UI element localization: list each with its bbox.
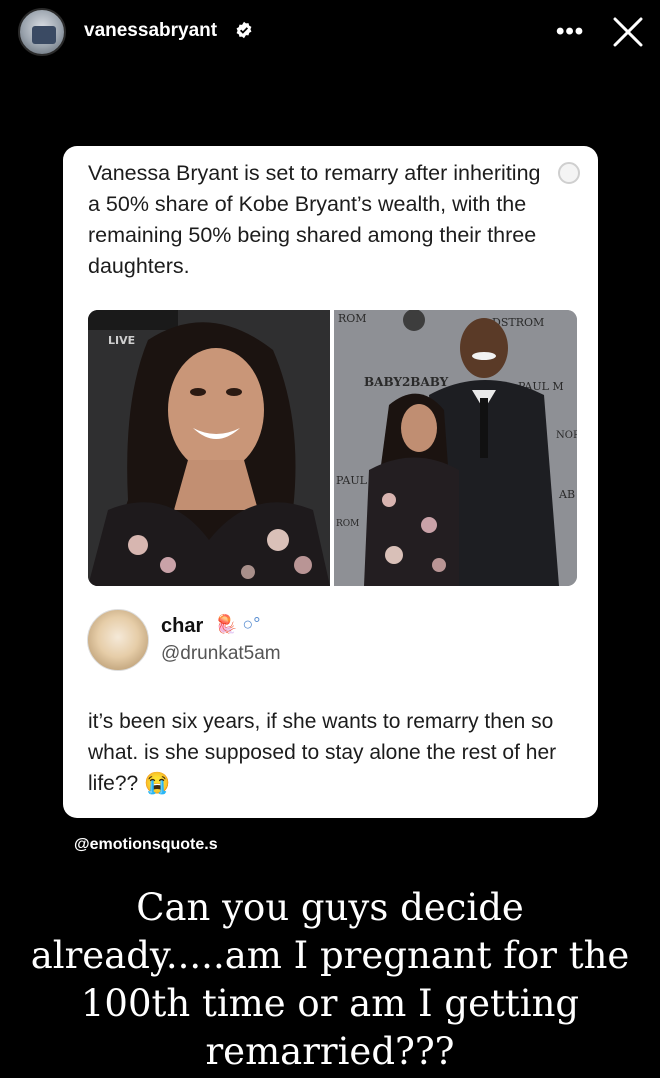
verified-badge-icon <box>236 21 252 39</box>
headline-text: Vanessa Bryant is set to remarry after i… <box>88 161 541 278</box>
story-caption: Can you guys decide already.....am I pre… <box>30 886 630 1073</box>
reply-badges: 🪼 ○° <box>215 614 261 634</box>
signage-paul: PAUL <box>336 474 368 487</box>
signage-rom: ROM <box>338 312 367 325</box>
photo-vanessa[interactable]: LIVE <box>88 310 330 586</box>
signage-ab: AB <box>558 488 575 501</box>
story-header: vanessabryant ••• <box>0 0 660 70</box>
close-icon[interactable] <box>610 14 646 50</box>
signage-baby2baby: BABY2BABY <box>364 375 449 389</box>
reply-display-name[interactable]: char <box>161 615 203 638</box>
reply-text: it’s been six years, if she wants to rem… <box>88 710 557 795</box>
reply-handle[interactable]: @drunkat5am <box>161 643 281 665</box>
username[interactable]: vanessabryant <box>84 20 217 42</box>
chat-bubble-icon <box>558 162 580 184</box>
profile-avatar[interactable] <box>18 8 66 56</box>
tweet-screenshot-card: Vanessa Bryant is set to remarry after i… <box>63 146 598 818</box>
photo-vanessa-kobe[interactable]: ROM DSTROM BABY2BABY PAUL M NOR AB PAUL … <box>334 310 577 586</box>
reply-avatar[interactable] <box>87 609 149 671</box>
signage-rom-2: ROM <box>336 519 359 529</box>
more-options-button[interactable]: ••• <box>556 18 584 46</box>
photo-vanessa-illustration: LIVE <box>88 310 330 586</box>
signage-nor: NOR <box>556 430 577 441</box>
photo-vanessa-kobe-illustration: ROM DSTROM BABY2BABY PAUL M NOR AB PAUL … <box>334 310 577 586</box>
watermark-credit: @emotionsquote.s <box>74 836 218 853</box>
signage-live: LIVE <box>108 334 135 347</box>
